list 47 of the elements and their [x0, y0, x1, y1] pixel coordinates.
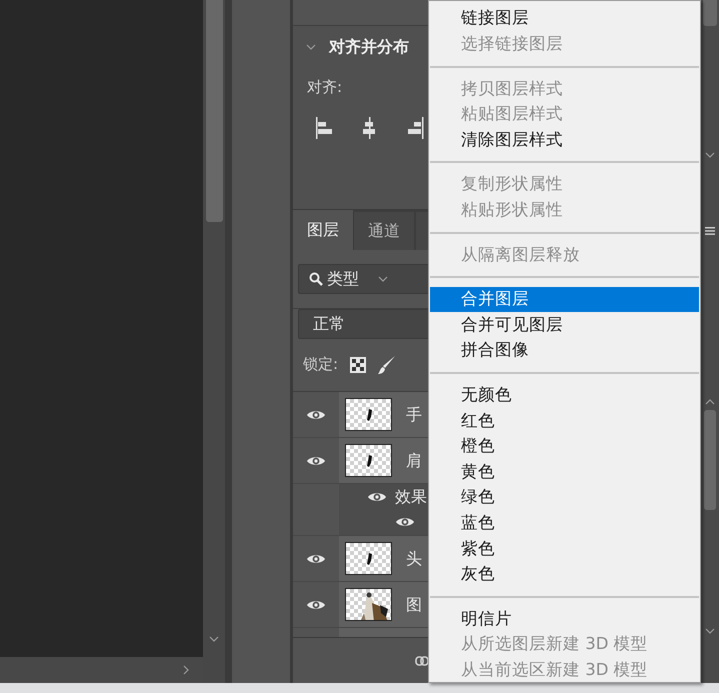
brush-icon[interactable] [378, 354, 396, 374]
layer-name: 图 [406, 594, 422, 616]
menu-item[interactable]: 无颜色 [430, 382, 699, 408]
effects-row[interactable]: 效果 [339, 484, 429, 535]
tab[interactable]: 图层 [293, 210, 353, 250]
filter-dropdown[interactable]: 类型 [298, 264, 429, 294]
align-label: 对齐: [306, 77, 344, 98]
menu-item[interactable]: 绿色 [430, 484, 699, 510]
menu-item[interactable]: 黄色 [430, 459, 699, 485]
tab[interactable]: 通道 [353, 212, 414, 250]
layer-row[interactable]: 手 [339, 392, 429, 437]
menu-item[interactable]: 合并可见图层 [430, 312, 699, 338]
layer-row[interactable]: 图 [339, 582, 429, 627]
menu-item[interactable]: 红色 [430, 408, 699, 434]
layer-thumbnail[interactable] [345, 398, 392, 431]
checkerboard-icon[interactable] [350, 356, 366, 372]
link-icon[interactable] [415, 656, 429, 666]
align-left-icon[interactable] [315, 116, 334, 138]
menu-item[interactable]: 橙色 [430, 434, 699, 460]
layer-name: 手 [406, 404, 422, 426]
layer-row[interactable]: 头 [339, 536, 429, 581]
search-icon [309, 272, 323, 286]
scrollbar-thumb[interactable] [704, 410, 716, 510]
menu-item[interactable]: 拼合图像 [430, 338, 699, 364]
layer-thumbnail[interactable] [345, 444, 392, 477]
layer-row[interactable]: 肩 [339, 438, 429, 483]
menu-item[interactable]: 蓝色 [430, 510, 699, 536]
horizontal-scrollbar[interactable] [0, 657, 203, 683]
menu-icon[interactable] [704, 226, 714, 236]
effects-label: 效果 [395, 486, 427, 508]
layer-name: 肩 [406, 450, 422, 472]
lock-label: 锁定: [303, 354, 338, 376]
menu-item[interactable]: 紫色 [430, 536, 699, 562]
scrollbar-thumb[interactable] [206, 0, 222, 222]
layer-thumbnail[interactable] [345, 542, 392, 575]
menu-item[interactable]: 灰色 [430, 562, 699, 588]
section-title[interactable]: 对齐并分布 [329, 35, 409, 59]
tab[interactable] [416, 212, 429, 250]
menu-item[interactable]: 合并图层 [430, 286, 699, 312]
align-right-icon[interactable] [405, 116, 424, 138]
menu-item[interactable]: 清除图层样式 [430, 127, 699, 153]
layer-name: 头 [406, 548, 422, 570]
scrollbar-thumb[interactable] [702, 0, 716, 26]
menu-item[interactable]: 链接图层 [430, 6, 699, 32]
vertical-scrollbar[interactable] [203, 0, 225, 683]
blend-mode-dropdown[interactable]: 正常 [298, 309, 429, 339]
menu-item[interactable]: 明信片 [430, 606, 699, 632]
